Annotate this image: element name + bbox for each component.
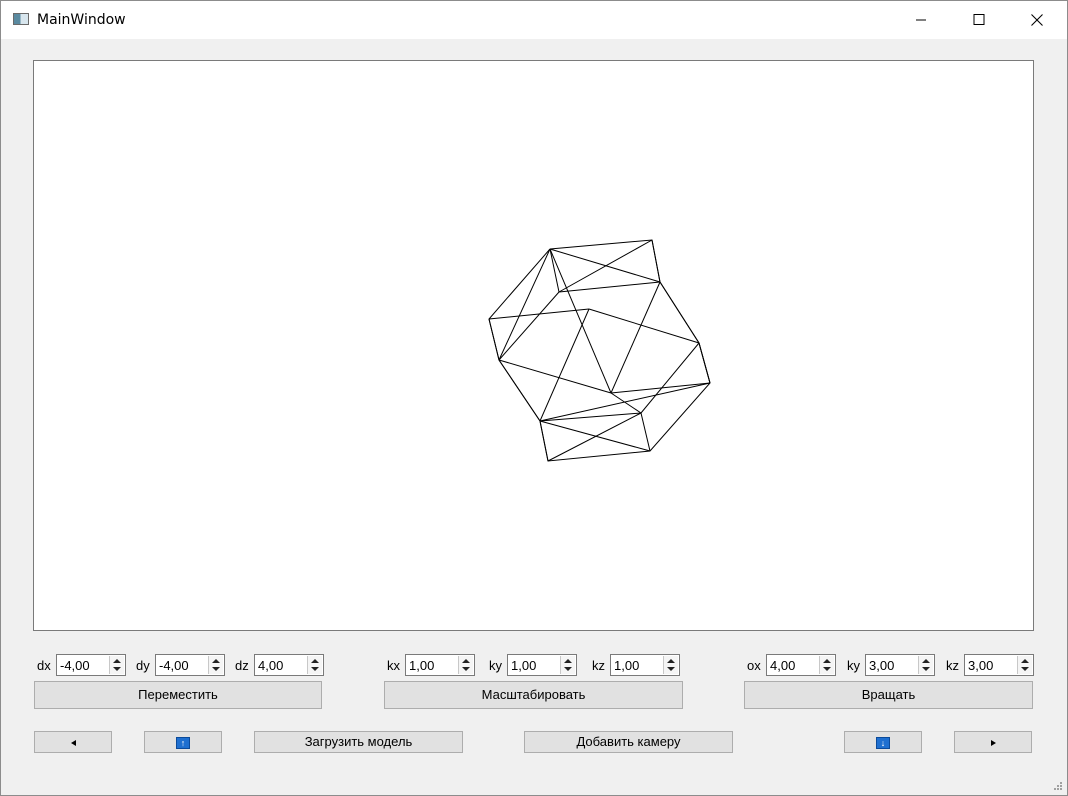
- ox-label: ox: [747, 658, 761, 673]
- up-button[interactable]: ↑: [144, 731, 222, 753]
- dx-stepper[interactable]: [109, 656, 124, 674]
- next-button[interactable]: [954, 731, 1032, 753]
- rotate-ky-value[interactable]: 3,00: [869, 658, 894, 673]
- dz-stepper[interactable]: [307, 656, 322, 674]
- minimize-button[interactable]: [892, 1, 950, 39]
- app-icon: [13, 13, 29, 25]
- close-icon: [1031, 14, 1043, 26]
- dz-value[interactable]: 4,00: [258, 658, 283, 673]
- dy-stepper[interactable]: [208, 656, 223, 674]
- rotate-kz-label: kz: [946, 658, 959, 673]
- maximize-button[interactable]: [950, 1, 1008, 39]
- dx-spinbox[interactable]: -4,00: [56, 654, 126, 676]
- scale-ky-label: ky: [489, 658, 502, 673]
- scale-kz-value[interactable]: 1,00: [614, 658, 639, 673]
- scale-button[interactable]: Масштабировать: [384, 681, 683, 709]
- maximize-icon: [973, 14, 985, 25]
- kx-spinbox[interactable]: 1,00: [405, 654, 475, 676]
- rotate-kz-stepper[interactable]: [1017, 656, 1032, 674]
- wireframe-model: [488, 239, 711, 462]
- translate-button[interactable]: Переместить: [34, 681, 322, 709]
- dz-spinbox[interactable]: 4,00: [254, 654, 324, 676]
- kx-stepper[interactable]: [458, 656, 473, 674]
- kx-value[interactable]: 1,00: [409, 658, 434, 673]
- ox-stepper[interactable]: [819, 656, 834, 674]
- rotate-ky-stepper[interactable]: [918, 656, 933, 674]
- close-button[interactable]: [1008, 1, 1066, 39]
- scale-kz-label: kz: [592, 658, 605, 673]
- scale-kz-spinbox[interactable]: 1,00: [610, 654, 680, 676]
- title-bar[interactable]: MainWindow: [1, 1, 1067, 39]
- triangle-left-icon: [70, 739, 76, 746]
- kx-label: kx: [387, 658, 400, 673]
- rotate-ky-spinbox[interactable]: 3,00: [865, 654, 935, 676]
- rotate-button[interactable]: Вращать: [744, 681, 1033, 709]
- rotate-kz-spinbox[interactable]: 3,00: [964, 654, 1034, 676]
- dy-value[interactable]: -4,00: [159, 658, 189, 673]
- rotate-kz-value[interactable]: 3,00: [968, 658, 993, 673]
- dx-label: dx: [37, 658, 51, 673]
- arrow-up-icon: ↑: [176, 736, 190, 749]
- rotate-ky-label: ky: [847, 658, 860, 673]
- dz-label: dz: [235, 658, 249, 673]
- triangle-right-icon: [990, 739, 996, 746]
- dy-label: dy: [136, 658, 150, 673]
- resize-grip-icon[interactable]: [1053, 781, 1063, 791]
- main-window: MainWindow dx -4,00 dy -4,00 dz 4,00 Пер…: [0, 0, 1068, 796]
- load-model-button[interactable]: Загрузить модель: [254, 731, 463, 753]
- dx-value[interactable]: -4,00: [60, 658, 90, 673]
- ox-spinbox[interactable]: 4,00: [766, 654, 836, 676]
- scale-ky-stepper[interactable]: [560, 656, 575, 674]
- scale-kz-stepper[interactable]: [663, 656, 678, 674]
- render-viewport[interactable]: [33, 60, 1034, 631]
- add-camera-button[interactable]: Добавить камеру: [524, 731, 733, 753]
- ox-value[interactable]: 4,00: [770, 658, 795, 673]
- scale-ky-spinbox[interactable]: 1,00: [507, 654, 577, 676]
- down-button[interactable]: ↓: [844, 731, 922, 753]
- window-title: MainWindow: [37, 12, 126, 28]
- previous-button[interactable]: [34, 731, 112, 753]
- scale-ky-value[interactable]: 1,00: [511, 658, 536, 673]
- arrow-down-icon: ↓: [876, 736, 890, 749]
- dy-spinbox[interactable]: -4,00: [155, 654, 225, 676]
- minimize-icon: [916, 19, 926, 21]
